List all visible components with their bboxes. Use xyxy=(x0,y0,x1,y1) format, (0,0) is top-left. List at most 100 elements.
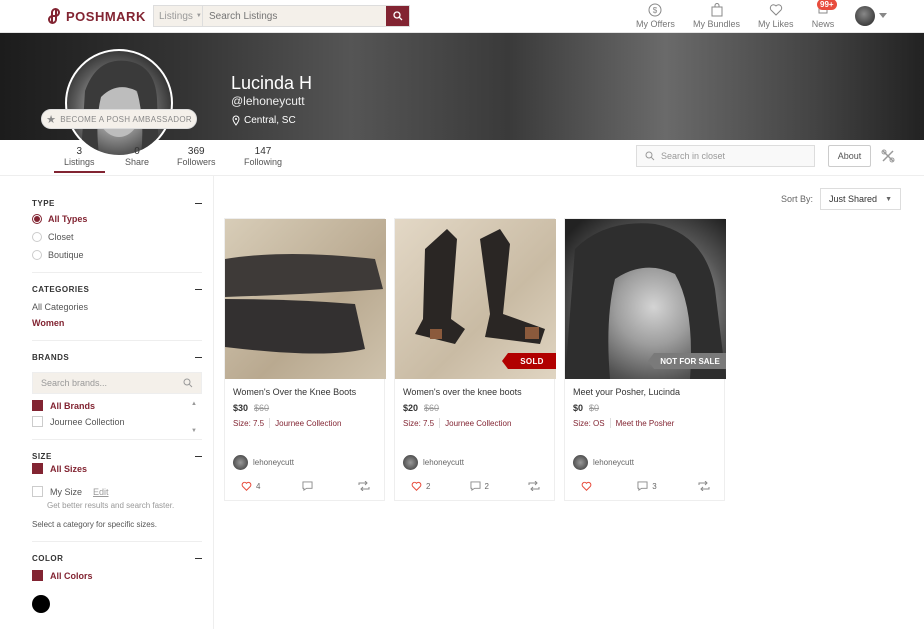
listing-seller[interactable]: lehoneycutt xyxy=(573,455,634,470)
listing-meta: Size: 7.5 Journee Collection xyxy=(233,418,384,428)
stat-listings[interactable]: 3 Listings xyxy=(64,146,95,167)
categories-section-title: CATEGORIES xyxy=(32,285,202,294)
chevron-down-icon[interactable] xyxy=(879,13,887,18)
type-option-boutique[interactable]: Boutique xyxy=(32,250,202,260)
listing-image[interactable]: SOLD xyxy=(395,219,556,379)
share-button[interactable] xyxy=(698,481,710,491)
brand-list-scrollbar[interactable]: ▲ ▼ xyxy=(188,401,200,434)
news-badge: 99+ xyxy=(817,0,837,10)
sort-value: Just Shared xyxy=(829,194,878,204)
tools-icon[interactable] xyxy=(881,149,895,163)
heart-icon xyxy=(411,481,422,491)
brand-search-input[interactable]: Search brands... xyxy=(32,372,202,394)
become-ambassador-button[interactable]: ★ BECOME A POSH AMBASSADOR xyxy=(41,109,197,129)
section-label: TYPE xyxy=(32,199,55,208)
comment-button[interactable]: 2 xyxy=(470,481,489,491)
listing-title[interactable]: Women's Over the Knee Boots xyxy=(233,387,384,397)
like-button[interactable]: 2 xyxy=(411,481,430,491)
star-icon: ★ xyxy=(46,113,57,126)
seller-avatar xyxy=(403,455,418,470)
nav-my-likes[interactable]: My Likes xyxy=(758,3,794,29)
my-size-option[interactable]: My Size Edit xyxy=(32,486,202,497)
heart-icon xyxy=(769,4,782,16)
stat-label: Share xyxy=(125,157,150,167)
listing-brand[interactable]: Journee Collection xyxy=(445,419,511,428)
user-avatar[interactable] xyxy=(855,6,875,26)
sort-dropdown[interactable]: Just Shared ▼ xyxy=(820,188,901,210)
poshmark-logo[interactable]: POSHMARK xyxy=(48,8,146,24)
collapse-icon[interactable] xyxy=(195,456,202,457)
brand-all[interactable]: All Brands xyxy=(32,400,202,411)
scroll-down-icon[interactable]: ▼ xyxy=(191,428,197,434)
collapse-icon[interactable] xyxy=(195,289,202,290)
brand-journee[interactable]: Journee Collection xyxy=(32,416,202,427)
nav-my-bundles[interactable]: My Bundles xyxy=(693,3,740,29)
not-for-sale-tag: NOT FOR SALE xyxy=(648,353,726,369)
share-icon xyxy=(528,481,540,491)
listing-brand[interactable]: Meet the Posher xyxy=(616,419,675,428)
listing-size[interactable]: Size: OS xyxy=(573,419,605,428)
listing-card[interactable]: NOT FOR SALE Meet your Posher, Lucinda $… xyxy=(564,218,726,501)
listing-card[interactable]: Women's Over the Knee Boots $30 $60 Size:… xyxy=(224,218,386,501)
section-label: CATEGORIES xyxy=(32,285,90,294)
type-option-all[interactable]: All Types xyxy=(32,214,202,224)
original-price: $60 xyxy=(254,403,270,413)
edit-size-link[interactable]: Edit xyxy=(93,487,109,497)
collapse-icon[interactable] xyxy=(195,357,202,358)
stat-followers[interactable]: 369 Followers xyxy=(177,146,216,167)
collapse-icon[interactable] xyxy=(195,558,202,559)
brand-search-placeholder: Search brands... xyxy=(41,378,108,388)
listing-title[interactable]: Meet your Posher, Lucinda xyxy=(573,387,724,397)
about-button[interactable]: About xyxy=(828,145,871,167)
size-all[interactable]: All Sizes xyxy=(32,463,202,474)
like-count: 4 xyxy=(256,481,261,491)
color-all[interactable]: All Colors xyxy=(32,570,202,581)
stat-label: Listings xyxy=(64,157,95,167)
search-button[interactable] xyxy=(386,6,409,26)
sidebar-divider xyxy=(213,176,214,629)
type-option-closet[interactable]: Closet xyxy=(32,232,202,242)
listing-image[interactable]: NOT FOR SALE xyxy=(565,219,726,379)
closet-search-input[interactable]: Search in closet xyxy=(636,145,815,167)
listing-title[interactable]: Women's over the knee boots xyxy=(403,387,554,397)
sort-label: Sort By: xyxy=(781,194,814,204)
stat-following[interactable]: 147 Following xyxy=(244,146,282,167)
checkbox-icon xyxy=(32,570,43,581)
scroll-up-icon[interactable]: ▲ xyxy=(191,401,197,407)
share-button[interactable] xyxy=(358,481,370,491)
stat-share[interactable]: 0 Share xyxy=(125,146,149,167)
like-button[interactable]: 4 xyxy=(241,481,260,491)
listing-image[interactable] xyxy=(225,219,386,379)
listing-size[interactable]: Size: 7.5 xyxy=(233,419,264,428)
profile-name: Lucinda H xyxy=(231,73,313,93)
search-input[interactable] xyxy=(203,6,386,26)
divider xyxy=(609,418,611,428)
listing-brand[interactable]: Journee Collection xyxy=(275,419,341,428)
size-label: My Size xyxy=(50,486,83,497)
nav-my-offers[interactable]: $ My Offers xyxy=(636,3,675,29)
radio-icon xyxy=(32,214,42,224)
share-button[interactable] xyxy=(528,481,540,491)
listing-actions: 3 xyxy=(565,481,726,491)
category-all[interactable]: All Categories xyxy=(32,302,202,312)
listing-card[interactable]: SOLD Women's over the knee boots $20 $60 … xyxy=(394,218,556,501)
nav-news[interactable]: 99+ News xyxy=(812,0,837,29)
profile-username: @lehoneycutt xyxy=(231,94,305,108)
price: $30 xyxy=(233,403,249,413)
search-scope-dropdown[interactable]: Listings ▼ xyxy=(154,6,203,26)
category-women[interactable]: Women xyxy=(32,318,202,328)
comment-button[interactable] xyxy=(302,481,317,491)
divider xyxy=(439,418,441,428)
listing-seller[interactable]: lehoneycutt xyxy=(233,455,294,470)
divider xyxy=(32,439,202,440)
listing-size[interactable]: Size: 7.5 xyxy=(403,419,434,428)
section-label: COLOR xyxy=(32,554,64,563)
listing-seller[interactable]: lehoneycutt xyxy=(403,455,464,470)
active-tab-indicator xyxy=(54,171,105,173)
collapse-icon[interactable] xyxy=(195,203,202,204)
color-swatch-black[interactable] xyxy=(32,595,50,613)
checkbox-icon xyxy=(32,416,43,427)
checkbox-icon xyxy=(32,486,43,497)
comment-button[interactable]: 3 xyxy=(637,481,657,491)
like-button[interactable] xyxy=(581,481,596,491)
